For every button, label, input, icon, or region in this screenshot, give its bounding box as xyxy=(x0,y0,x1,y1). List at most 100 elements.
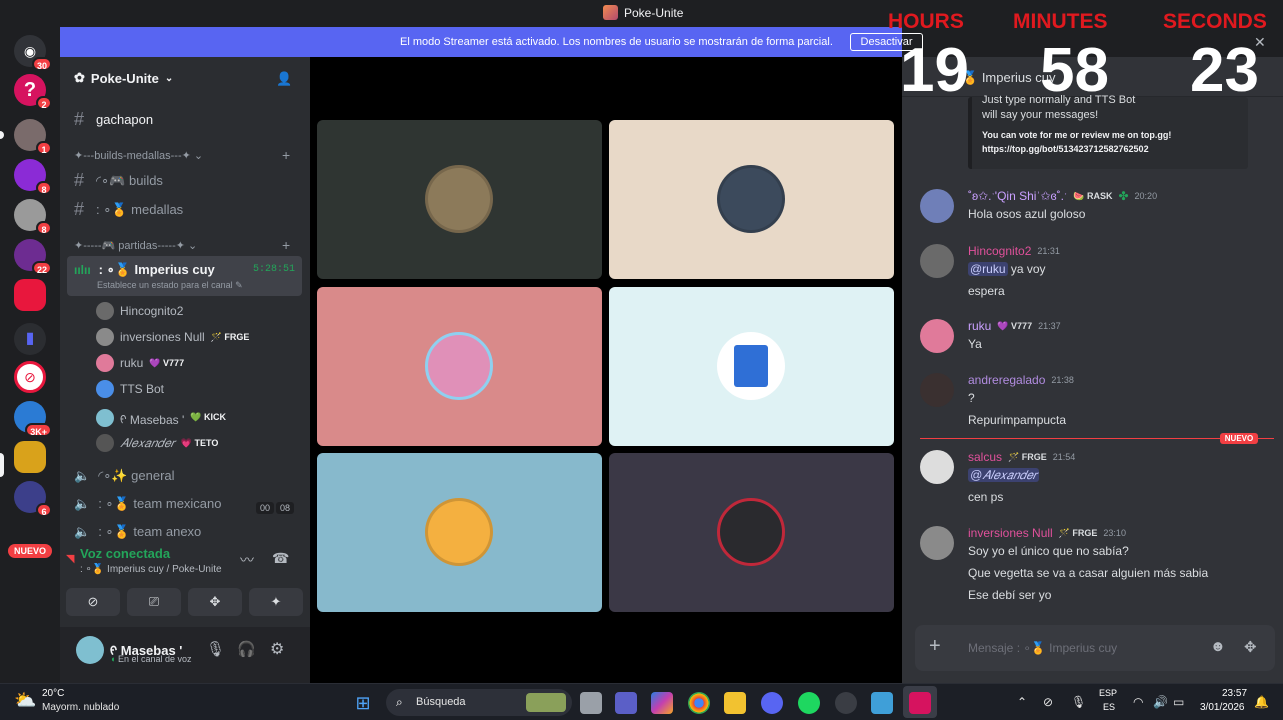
microphone-icon[interactable]: 🎙 xyxy=(1071,695,1086,709)
notepad-icon[interactable] xyxy=(871,692,893,714)
screen-share-button[interactable]: ⎚ xyxy=(127,588,181,616)
user-mention[interactable]: @𝐴𝑙𝑒𝑥𝑎𝑛𝑑𝑒𝑟 xyxy=(968,468,1039,482)
server-avatar-2[interactable]: 8 xyxy=(14,159,52,195)
message-composer[interactable]: + Mensaje : ∘🏅 Imperius cuy ☻ ✥ xyxy=(915,625,1275,671)
avatar[interactable] xyxy=(920,189,954,223)
chevron-down-icon: ⌄ xyxy=(188,240,198,252)
server-poke-unite[interactable] xyxy=(14,441,46,473)
message-author[interactable]: salcus xyxy=(968,450,1002,464)
category-builds[interactable]: ✦---builds-medallas---✦ ⌄ xyxy=(74,149,203,162)
obs-icon[interactable] xyxy=(835,692,857,714)
gear-icon[interactable]: ⚙ xyxy=(270,639,284,659)
camera-off-button[interactable]: ⊘ xyxy=(66,588,120,616)
server-avatar-5[interactable] xyxy=(14,279,46,311)
participant-tile[interactable] xyxy=(317,120,602,279)
server-avatar-6[interactable]: ⊘ xyxy=(14,361,46,393)
voice-channel-team-anexo[interactable]: 🔈: ∘🏅 team anexo xyxy=(74,524,201,540)
chevron-up-icon[interactable]: ⌃ xyxy=(1017,695,1027,709)
participant-tile[interactable] xyxy=(609,120,894,279)
clock-time[interactable]: 23:57 xyxy=(1222,688,1247,699)
add-channel-icon[interactable]: + xyxy=(282,147,290,163)
channel-builds[interactable]: # ◜∘🎮 builds xyxy=(74,170,163,191)
folder-icon[interactable]: ▮ xyxy=(14,323,46,355)
message-author[interactable]: inversiones Null xyxy=(968,526,1053,540)
avatar[interactable] xyxy=(76,636,104,664)
server-rail: ◉ 30 ? 2 1 8 8 22 ▮ ⊘ 3K+ 6 NUEVO xyxy=(0,27,60,683)
participant-tile[interactable] xyxy=(609,453,894,612)
close-icon[interactable]: ✕ xyxy=(1254,34,1266,51)
user-mention[interactable]: @ruku xyxy=(968,262,1008,276)
notification-bell-icon[interactable]: 🔔 xyxy=(1254,695,1269,709)
category-partidas[interactable]: ✦-----🎮 partidas-----✦ ⌄ xyxy=(74,239,197,252)
message-author[interactable]: andreregalado xyxy=(968,373,1045,387)
user-limit-counter: 00 08 xyxy=(254,498,295,516)
message-author[interactable]: ˚ʚ✩.ˑ'Qin Shiʾ✩ɞ˚.ˑ xyxy=(968,189,1067,203)
voice-user[interactable]: ᠻ Masebas ' 💚 KICK xyxy=(96,407,226,428)
minutes-label: MINUTES xyxy=(1013,10,1108,33)
poke-unite-app-icon[interactable] xyxy=(909,692,931,714)
chrome-icon[interactable] xyxy=(688,692,710,714)
participant-tile[interactable] xyxy=(317,287,602,446)
avatar[interactable] xyxy=(920,319,954,353)
participant-tile[interactable] xyxy=(317,453,602,612)
voice-channel-team-mexicano[interactable]: 🔈: ∘🏅 team mexicano xyxy=(74,496,222,512)
participant-tile[interactable] xyxy=(609,287,894,446)
avatar[interactable] xyxy=(920,373,954,407)
add-attachment-icon[interactable]: + xyxy=(929,635,941,658)
battery-icon[interactable]: ▭ xyxy=(1173,695,1184,709)
spotify-icon[interactable] xyxy=(798,692,820,714)
language-code[interactable]: ESP xyxy=(1099,688,1117,698)
voice-user[interactable]: inversiones Null 🪄 FRGE xyxy=(96,328,249,346)
avatar[interactable] xyxy=(920,450,954,484)
wifi-icon[interactable]: ◠ xyxy=(1133,695,1143,709)
noise-suppression-icon[interactable]: 〰 xyxy=(240,550,254,570)
avatar[interactable] xyxy=(920,244,954,278)
server-avatar-3[interactable]: 8 xyxy=(14,199,52,235)
network-off-icon[interactable]: ⊘ xyxy=(1043,695,1053,709)
channel-medallas[interactable]: #: ∘🏅 medallas xyxy=(74,199,183,220)
message-input[interactable]: Mensaje : ∘🏅 Imperius cuy xyxy=(968,641,1117,655)
windows-start-icon[interactable]: ⊞ xyxy=(352,692,374,714)
server-avatar-8[interactable]: 6 xyxy=(14,481,52,517)
taskbar-search[interactable]: ⌕ Búsqueda xyxy=(386,689,572,716)
disconnect-icon[interactable]: ☎ xyxy=(272,550,289,567)
voice-user[interactable]: Hincognito2 xyxy=(96,302,183,320)
avatar[interactable] xyxy=(920,526,954,560)
teams-icon[interactable] xyxy=(615,692,637,714)
guild-header[interactable]: ✿ Poke-Unite ⌄ xyxy=(74,70,173,86)
activities-button[interactable]: ✥ xyxy=(188,588,242,616)
hash-icon: # xyxy=(74,199,85,219)
apps-icon[interactable]: ✥ xyxy=(1244,638,1257,656)
server-avatar-4[interactable]: 22 xyxy=(14,239,52,275)
server-avatar-7[interactable]: 3K+ xyxy=(14,401,52,437)
voice-user[interactable]: 𝐴𝑙𝑒𝑥𝑎𝑛𝑑𝑒𝑟 💗 TETO xyxy=(96,434,218,452)
discord-icon[interactable] xyxy=(761,692,783,714)
soundboard-button[interactable]: ✦ xyxy=(249,588,303,616)
volume-icon[interactable]: 🔊 xyxy=(1153,695,1168,709)
message-author[interactable]: ruku xyxy=(968,319,991,333)
voice-channel-name[interactable]: : ∘🏅 Imperius cuy / Poke-Unite xyxy=(80,564,222,575)
add-user-icon[interactable]: 👤 xyxy=(276,71,292,86)
server-question[interactable]: ? 2 xyxy=(14,74,52,110)
task-view-icon[interactable] xyxy=(580,692,602,714)
channel-gachapon[interactable]: # gachapon xyxy=(74,109,153,130)
voice-user[interactable]: ruku 💜 V777 xyxy=(96,354,184,372)
message-author[interactable]: Hincognito2 xyxy=(968,244,1031,258)
copilot-icon[interactable] xyxy=(651,692,673,714)
voice-user[interactable]: TTS Bot xyxy=(96,380,164,398)
microphone-icon[interactable]: 🎙 xyxy=(206,640,225,658)
emoji-icon[interactable]: ☻ xyxy=(1210,638,1226,655)
clock-date[interactable]: 3/01/2026 xyxy=(1200,702,1245,713)
weather-temp[interactable]: 20°C xyxy=(42,688,64,699)
file-explorer-icon[interactable] xyxy=(724,692,746,714)
new-unreads-badge[interactable]: NUEVO xyxy=(8,544,52,558)
voice-channel-general[interactable]: 🔈 ◜∘✨ general xyxy=(74,468,175,484)
voice-channel-imperius[interactable]: ıılıı : ∘🏅 Imperius cuy xyxy=(74,262,215,278)
keyboard-layout[interactable]: ES xyxy=(1103,702,1115,712)
server-avatar-1[interactable]: 1 xyxy=(14,119,52,155)
weather-desc[interactable]: Mayorm. nublado xyxy=(42,702,119,713)
home-discord-icon[interactable]: ◉ 30 xyxy=(14,35,52,71)
add-channel-icon[interactable]: + xyxy=(282,237,290,253)
set-channel-status[interactable]: Establece un estado para el canal ✎ xyxy=(97,280,243,291)
headphones-icon[interactable]: 🎧 xyxy=(237,640,256,658)
